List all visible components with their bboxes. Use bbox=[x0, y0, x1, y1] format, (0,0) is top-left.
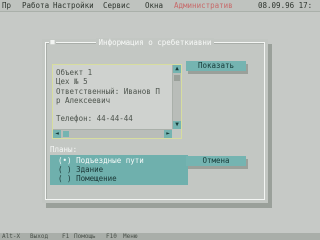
vertical-scroll-thumb[interactable] bbox=[174, 75, 180, 81]
cancel-button[interactable]: Отмена bbox=[186, 156, 246, 166]
scroll-down-icon[interactable]: ▼ bbox=[173, 121, 181, 129]
radio-mark: ( ) bbox=[58, 165, 72, 174]
radio-label: Помещение bbox=[76, 174, 117, 183]
status-hotkey-menu[interactable]: F10 bbox=[106, 233, 117, 240]
memo-line: Ответственный: Иванов П bbox=[56, 86, 160, 96]
menu-item-service[interactable]: Сервис bbox=[103, 2, 130, 10]
status-bar: Alt-X Выход F1 Помощь F10 Меню bbox=[0, 233, 320, 240]
menu-item-settings[interactable]: Настройки bbox=[53, 2, 94, 10]
info-dialog: Информация о сребеткиавни ■ Объект 1 Цех… bbox=[42, 38, 268, 203]
dialog-title-text: Информация о сребеткиавни bbox=[95, 38, 215, 47]
horizontal-scrollbar[interactable]: ◄ ► bbox=[53, 129, 172, 138]
vertical-scrollbar[interactable]: ▲ ▼ bbox=[172, 65, 181, 129]
radio-mark: (•) bbox=[58, 156, 72, 165]
menu-item-file[interactable]: Пр bbox=[2, 2, 11, 10]
scrollbar-corner bbox=[172, 129, 181, 138]
radio-mark: ( ) bbox=[58, 174, 72, 183]
menu-bar: Пр Работа Настройки Сервис Окна Админист… bbox=[0, 0, 320, 12]
memo-line: р Алексеевич bbox=[56, 95, 111, 105]
radio-label: Подъездные пути bbox=[76, 156, 144, 165]
menu-item-work[interactable]: Работа bbox=[22, 2, 49, 10]
memo-line: Телефон: 44-44-44 bbox=[56, 114, 133, 124]
scroll-left-icon[interactable]: ◄ bbox=[53, 130, 61, 138]
show-button[interactable]: Показать bbox=[186, 61, 246, 71]
plans-label: Планы: bbox=[50, 145, 78, 154]
radio-access-roads[interactable]: (•) Подъездные пути bbox=[58, 156, 144, 165]
memo-line bbox=[56, 105, 171, 114]
memo-text: Объект 1 Цех № 5 Ответственный: Иванов П… bbox=[56, 68, 171, 128]
horizontal-scroll-thumb[interactable] bbox=[63, 131, 69, 137]
radio-building[interactable]: ( ) Здание bbox=[58, 165, 103, 174]
scroll-up-icon[interactable]: ▲ bbox=[173, 65, 181, 73]
status-hotkey-help[interactable]: F1 bbox=[62, 233, 69, 240]
scroll-right-icon[interactable]: ► bbox=[164, 130, 172, 138]
memo-line: Объект 1 bbox=[56, 68, 93, 77]
datetime-clock: 08.09.96 17: bbox=[258, 1, 313, 10]
menu-item-admin[interactable]: Административ bbox=[174, 2, 233, 10]
memo-line: Цех № 5 bbox=[56, 77, 88, 87]
dialog-title: Информация о сребеткиавни bbox=[42, 38, 268, 47]
radio-room[interactable]: ( ) Помещение bbox=[58, 174, 117, 183]
radio-label: Здание bbox=[76, 165, 104, 174]
status-hotkey-exit[interactable]: Alt-X bbox=[2, 233, 20, 240]
status-label-help: Помощь bbox=[74, 233, 96, 240]
close-icon[interactable]: ■ bbox=[49, 39, 56, 46]
info-memo[interactable]: Объект 1 Цех № 5 Ответственный: Иванов П… bbox=[52, 64, 182, 139]
menu-item-windows[interactable]: Окна bbox=[145, 2, 163, 10]
status-label-exit: Выход bbox=[30, 233, 49, 240]
status-label-menu: Меню bbox=[123, 233, 138, 240]
plans-radio-group[interactable]: (•) Подъездные пути ( ) Здание ( ) Помещ… bbox=[50, 155, 188, 185]
